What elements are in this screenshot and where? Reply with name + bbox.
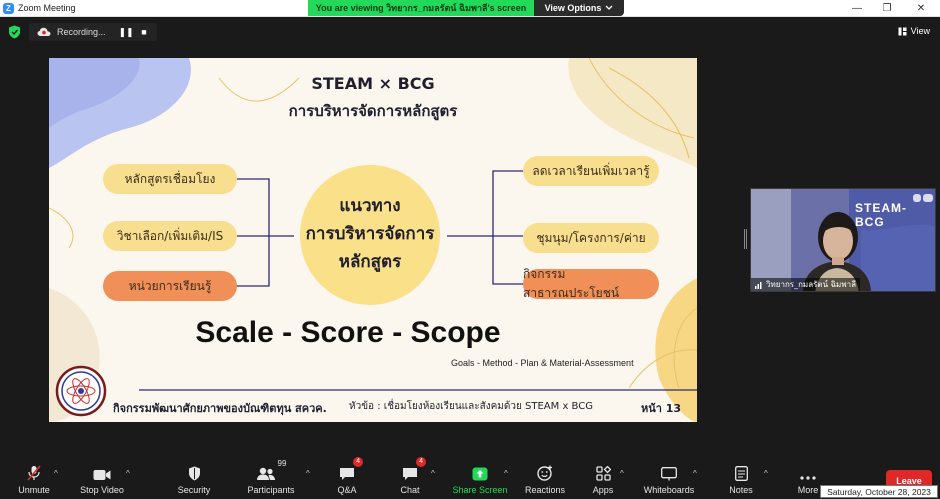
- participants-count: 99: [277, 459, 287, 468]
- participant-video-tile[interactable]: STEAM-BCG วิทยากร_กมลรัตน์ ฉิมพาลี: [750, 188, 936, 292]
- goals-text: Goals - Method - Plan & Material-Assessm…: [451, 358, 634, 368]
- unmute-button[interactable]: Unmute: [14, 459, 54, 499]
- center-line-3: หลักสูตร: [338, 252, 402, 272]
- reactions-smiley-icon: [537, 465, 552, 481]
- notes-icon: [734, 466, 748, 481]
- notes-options-caret[interactable]: ^: [764, 469, 768, 478]
- share-screen-button[interactable]: Share Screen: [451, 459, 509, 499]
- security-label: Security: [177, 485, 211, 495]
- qa-chat-icon: [340, 468, 354, 480]
- signal-bars-icon: [755, 281, 762, 289]
- restore-button[interactable]: ❐: [872, 0, 902, 17]
- footer-topic: หัวข้อ : เชื่อมโยงห้องเรียนและสังคมด้วย …: [349, 401, 593, 412]
- whiteboard-icon: [661, 467, 677, 481]
- left-item-3: หน่วยการเรียนรู้: [103, 271, 237, 301]
- qa-label: Q&A: [337, 485, 357, 495]
- chevron-down-icon: [605, 5, 613, 10]
- whiteboards-button[interactable]: Whiteboards: [641, 459, 697, 499]
- right-item-2: ชุมนุม/โครงการ/ค่าย: [523, 223, 659, 253]
- right-item-1: ลดเวลาเรียนเพิ่มเวลารู้: [523, 156, 659, 186]
- participants-options-caret[interactable]: ^: [306, 469, 310, 478]
- footer-text: กิจกรรมพัฒนาศักยภาพของบัณฑิตทุน สควค.: [113, 402, 327, 415]
- minimize-button[interactable]: —: [842, 0, 872, 17]
- panel-resize-handle[interactable]: [744, 229, 747, 249]
- view-button[interactable]: View: [898, 26, 930, 36]
- reactions-button[interactable]: Reactions: [523, 459, 567, 499]
- chat-options-caret[interactable]: ^: [431, 469, 435, 478]
- zoom-logo-icon: Z: [3, 2, 14, 14]
- participant-name: วิทยากร_กมลรัตน์ ฉิมพาลี: [766, 280, 856, 289]
- more-label: More: [797, 485, 819, 495]
- slide-title: STEAM × BCG: [311, 74, 435, 93]
- window-title: Zoom Meeting: [18, 3, 76, 13]
- video-camera-icon: [93, 470, 111, 480]
- apps-icon: [595, 466, 611, 481]
- pause-recording-button[interactable]: ❚❚: [117, 27, 135, 38]
- scale-score-scope: Scale - Score - Scope: [195, 316, 501, 349]
- chat-button[interactable]: 4 Chat: [395, 457, 426, 499]
- date-tooltip: Saturday, October 28, 2023: [820, 485, 938, 498]
- center-line-1: แนวทาง: [339, 196, 401, 216]
- stop-video-button[interactable]: Stop Video: [77, 459, 127, 499]
- chat-badge: 4: [416, 457, 426, 467]
- notes-button[interactable]: Notes: [726, 459, 756, 499]
- view-label: View: [910, 26, 930, 36]
- security-shield-icon: [188, 466, 200, 481]
- apps-button[interactable]: Apps: [590, 459, 616, 499]
- notes-label: Notes: [729, 485, 753, 495]
- participants-button[interactable]: 99 Participants: [244, 459, 298, 499]
- reactions-label: Reactions: [524, 485, 566, 495]
- whiteboards-label: Whiteboards: [643, 485, 695, 495]
- share-screen-icon: [472, 467, 488, 481]
- view-options-label: View Options: [544, 3, 602, 13]
- stop-recording-button[interactable]: ■: [135, 27, 153, 37]
- meeting-toolbar: Unmute ^ Stop Video ^ Security 99 Partic…: [0, 457, 940, 499]
- participants-label: Participants: [247, 485, 295, 495]
- viewing-text: You are viewing วิทยากร_กมลรัตน์ ฉิมพาลี…: [308, 0, 534, 16]
- audio-options-caret[interactable]: ^: [54, 469, 58, 478]
- viewing-banner: You are viewing วิทยากร_กมลรัตน์ ฉิมพาลี…: [308, 0, 624, 16]
- chat-label: Chat: [400, 485, 420, 495]
- apps-options-caret[interactable]: ^: [620, 469, 624, 478]
- apps-label: Apps: [592, 485, 614, 495]
- recording-indicator: Recording... ❚❚ ■: [29, 23, 157, 41]
- security-button[interactable]: Security: [174, 459, 214, 499]
- slide-subtitle: การบริหารจัดการหลักสูตร: [288, 102, 458, 120]
- whiteboards-options-caret[interactable]: ^: [693, 469, 697, 478]
- page-number: หน้า 13: [641, 402, 682, 415]
- view-options-button[interactable]: View Options: [534, 0, 624, 16]
- view-grid-icon: [898, 27, 907, 35]
- cloud-recording-icon: [37, 27, 51, 36]
- stop-video-label: Stop Video: [80, 485, 124, 495]
- encryption-shield-icon[interactable]: [8, 25, 21, 39]
- more-dots-icon: [800, 476, 816, 480]
- unmute-label: Unmute: [18, 485, 50, 495]
- left-item-2: วิชาเลือก/เพิ่มเติม/IS: [103, 221, 237, 251]
- participants-icon: [256, 467, 275, 480]
- center-line-2: การบริหารจัดการ: [305, 224, 435, 244]
- share-options-caret[interactable]: ^: [504, 469, 508, 478]
- video-bg-text: STEAM-BCG: [855, 201, 907, 229]
- left-item-1: หลักสูตรเชื่อมโยง: [103, 164, 237, 194]
- shared-screen-slide: STEAM × BCG การบริหารจัดการหลักสูตร หลัก…: [49, 58, 697, 422]
- qa-button[interactable]: 4 Q&A: [332, 457, 363, 499]
- close-button[interactable]: ✕: [906, 0, 936, 17]
- recording-label: Recording...: [57, 27, 106, 37]
- share-screen-label: Share Screen: [452, 485, 508, 495]
- microphone-muted-icon: [27, 465, 41, 481]
- chat-bubble-icon: [403, 468, 417, 480]
- video-options-caret[interactable]: ^: [126, 469, 130, 478]
- qa-badge: 4: [353, 457, 363, 467]
- right-item-3: กิจกรรมสาธารณประโยชน์: [523, 267, 659, 300]
- participant-name-label: วิทยากร_กมลรัตน์ ฉิมพาลี: [751, 278, 860, 291]
